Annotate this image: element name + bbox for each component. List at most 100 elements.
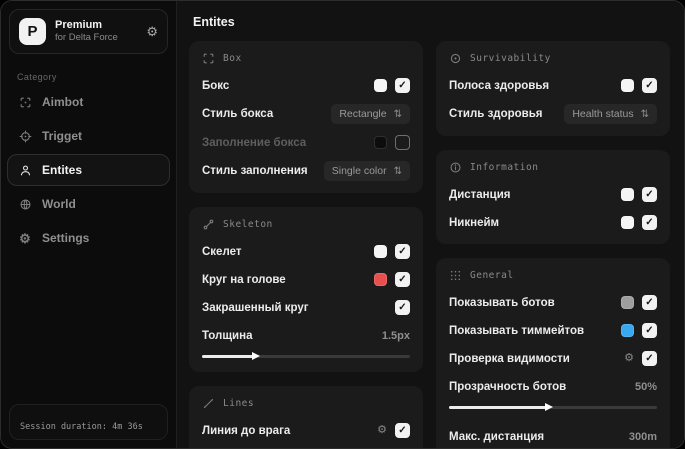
panel-header: General [449,269,657,282]
setting-label: Полоса здоровья [449,79,550,92]
sidebar-item-label: Settings [42,231,90,245]
setting-label: Стиль бокса [202,108,274,120]
checkbox[interactable] [395,135,410,150]
setting-label: Заполнение бокса [202,136,307,149]
category-label: Category [17,72,57,82]
color-swatch[interactable] [621,188,634,201]
slider-general-3[interactable] [449,403,657,411]
checkbox[interactable]: ✓ [395,78,410,93]
general-row-0: Показывать ботов ✓ [449,293,657,312]
setting-label: Проверка видимости [449,352,570,365]
panel-title: Lines [223,398,255,409]
checkbox[interactable]: ✓ [642,78,657,93]
lines-row-0: Линия до врага ⚙ ✓ [202,421,410,440]
panel-title: Information [470,162,539,173]
session-duration: Session duration: 4m 36s [9,404,168,440]
gear-icon[interactable]: ⚙ [624,353,634,364]
slider-value: 50% [634,380,657,393]
panel-information: Information Дистанция ✓ Никнейм ✓ [436,150,670,244]
general-row-1: Показывать тиммейтов ✓ [449,321,657,340]
setting-label: Закрашенный круг [202,301,309,314]
skeleton-row-1: Круг на голове ✓ [202,270,410,289]
checkbox[interactable]: ✓ [642,295,657,310]
skeleton-row-0: Скелет ✓ [202,242,410,261]
color-swatch[interactable] [374,245,387,258]
brand-card: P Premium for Delta Force ⚙ [9,9,168,54]
panel-title: Skeleton [223,219,273,230]
sidebar: P Premium for Delta Force ⚙ Category Aim… [1,1,177,448]
dropdown-value: Single color [331,165,387,177]
checkbox[interactable]: ✓ [395,272,410,287]
dropdown-box-3[interactable]: Single color ⇅ [323,161,410,181]
target-icon [18,130,32,143]
setting-label: Круг на голове [202,273,286,286]
brand-subtitle: for Delta Force [55,32,118,44]
check-icon: ✓ [398,79,407,91]
row-controls: ✓ [621,323,657,338]
dropdown-survivability-1[interactable]: Health status ⇅ [564,104,657,124]
checkbox[interactable]: ✓ [642,323,657,338]
checkbox[interactable]: ✓ [642,187,657,202]
setting-label: Стиль заполнения [202,165,308,177]
survivability-row-0: Полоса здоровья ✓ [449,76,657,95]
checkbox[interactable]: ✓ [642,215,657,230]
color-swatch[interactable] [621,324,634,337]
diagonal-line-icon [202,397,215,410]
color-swatch[interactable] [621,216,634,229]
sidebar-item-world[interactable]: World [7,188,170,220]
panel-lines: LinesЛиния до врага⚙✓Линия взгляда⚙✓ [189,386,423,448]
panel-header: Lines [202,397,410,410]
setting-label: Дистанция [449,188,511,201]
color-swatch[interactable] [374,136,387,149]
panel-skeleton: Skeleton Скелет ✓ Круг на голове ✓ Закрашенны… [189,207,423,372]
slider-value: 300m [628,430,657,443]
color-swatch[interactable] [621,296,634,309]
slider-thumb[interactable] [544,403,553,411]
box-row-3: Стиль заполнения Single color ⇅ [202,161,410,181]
checkbox[interactable]: ✓ [642,351,657,366]
gear-icon[interactable]: ⚙ [146,24,158,40]
check-icon: ✓ [645,79,654,91]
panel-header: Skeleton [202,218,410,231]
panel-box: Box Бокс ✓ Стиль бокса Rectangle ⇅ Заполнение … [189,41,423,193]
chevrons-up-down-icon: ⇅ [393,108,402,120]
main-content: Entites Box Бокс ✓ Стиль бокса Rectangle ⇅ Зап… [177,1,684,448]
sidebar-item-trigget[interactable]: Trigget [7,120,170,152]
sidebar-item-settings[interactable]: ⚙ Settings [7,222,170,254]
color-swatch[interactable] [374,273,387,286]
gear-icon[interactable]: ⚙ [377,425,387,436]
app-window: P Premium for Delta Force ⚙ Category Aim… [0,0,685,449]
brand-title: Premium [55,18,103,31]
dropdown-box-1[interactable]: Rectangle ⇅ [331,104,410,124]
setting-label: Прозрачность ботов [449,380,567,393]
box-row-1: Стиль бокса Rectangle ⇅ [202,104,410,124]
left-column: Box Бокс ✓ Стиль бокса Rectangle ⇅ Заполнение … [189,41,423,448]
survivability-row-1: Стиль здоровья Health status ⇅ [449,104,657,124]
right-column: Survivability Полоса здоровья ✓ Стиль здоро… [436,41,670,448]
row-controls: ✓ [621,215,657,230]
checkbox[interactable]: ✓ [395,244,410,259]
setting-label: Бокс [202,79,230,92]
row-controls: ✓ [395,300,410,315]
checkbox[interactable]: ✓ [395,300,410,315]
color-swatch[interactable] [621,79,634,92]
person-icon [18,164,32,177]
checkbox[interactable]: ✓ [395,423,410,438]
sidebar-nav: Aimbot Trigget Entites World ⚙ Settings [1,86,176,254]
slider-skeleton-3[interactable] [202,352,410,360]
panel-survivability: Survivability Полоса здоровья ✓ Стиль здоро… [436,41,670,136]
sidebar-item-aimbot[interactable]: Aimbot [7,86,170,118]
dropdown-value: Rectangle [339,108,387,120]
bone-icon [202,218,215,231]
row-controls: ✓ [374,78,410,93]
setting-label: Макс. дистанция [449,430,545,443]
panel-header: Box [202,52,410,65]
sidebar-item-entites[interactable]: Entites [7,154,170,186]
slider-thumb[interactable] [252,352,260,360]
setting-label: Линия до врага [202,424,291,437]
color-swatch[interactable] [374,79,387,92]
sidebar-item-label: Trigget [42,129,83,143]
row-controls: ✓ [374,244,410,259]
slider-label-row: Макс. дистанция 300m [449,427,657,446]
skeleton-row-2: Закрашенный круг ✓ [202,298,410,317]
